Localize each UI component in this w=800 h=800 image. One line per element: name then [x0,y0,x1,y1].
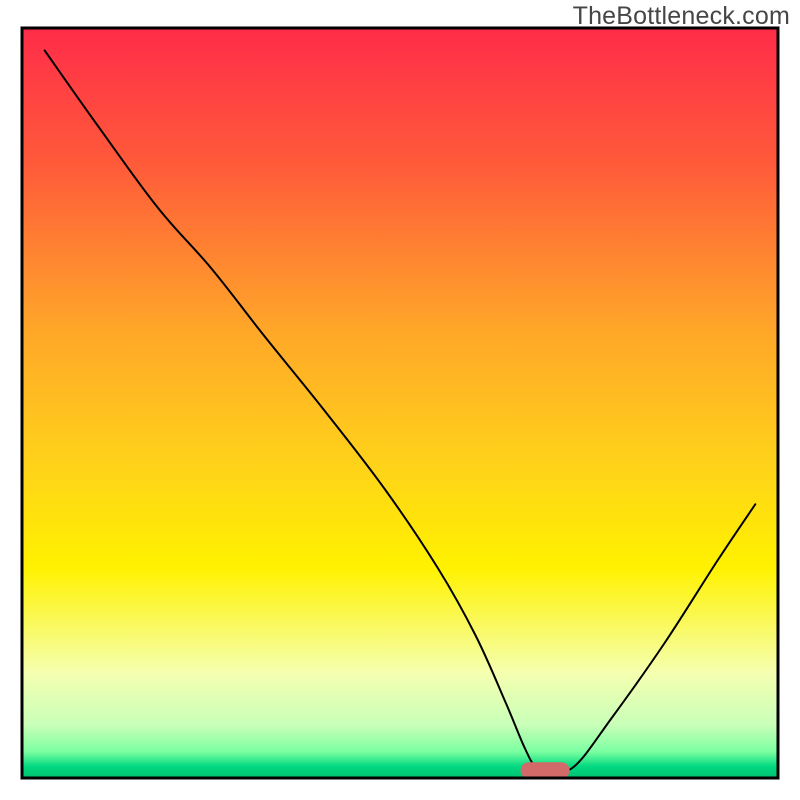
chart-container: TheBottleneck.com [0,0,800,800]
watermark-text: TheBottleneck.com [573,2,790,31]
chart-svg [0,0,800,800]
chart-background [22,28,778,778]
optimal-marker [521,762,570,779]
